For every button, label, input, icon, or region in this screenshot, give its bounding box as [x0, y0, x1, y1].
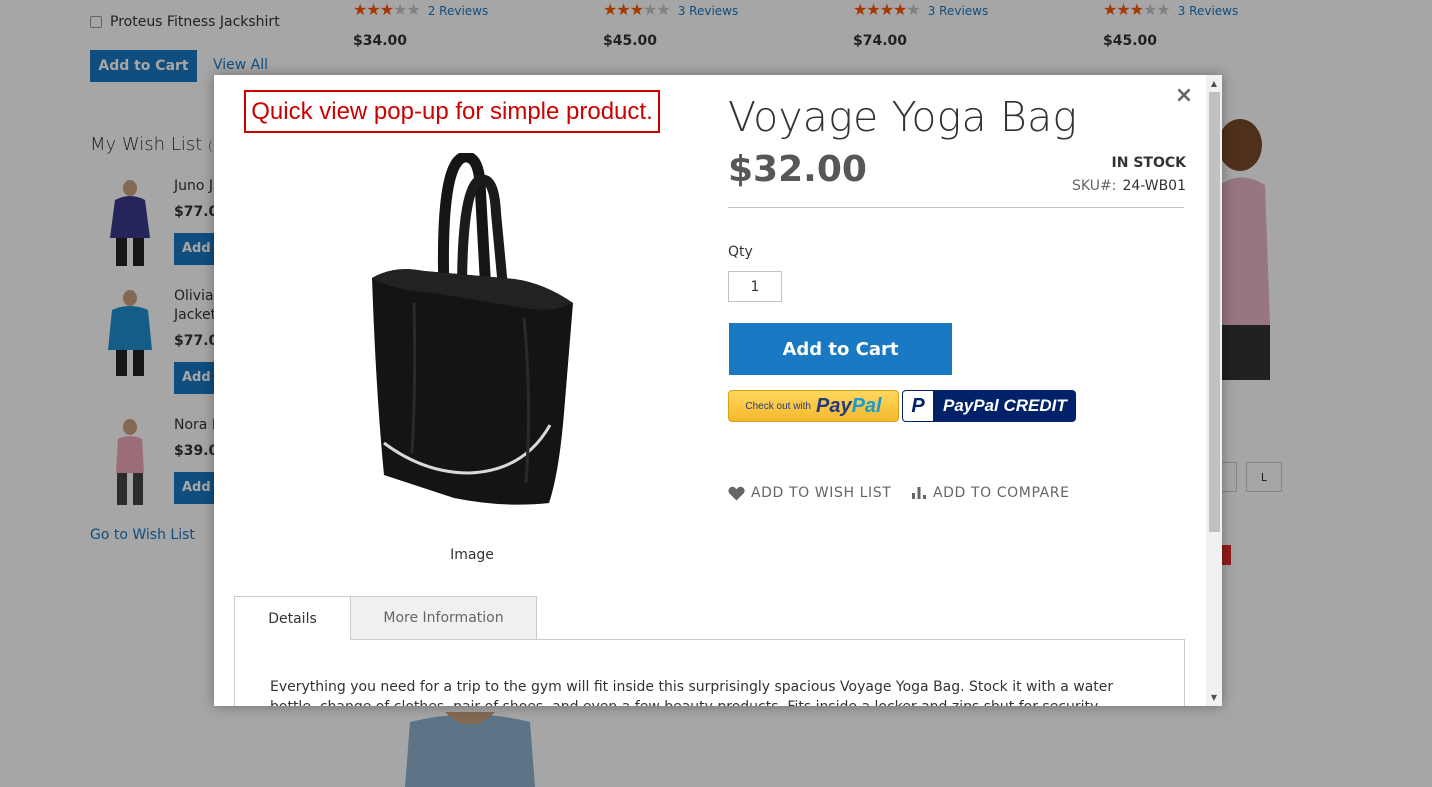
- scroll-down-arrow-icon[interactable]: ▼: [1206, 689, 1222, 706]
- tab-details[interactable]: Details: [234, 596, 351, 640]
- add-to-cart-button[interactable]: Add to Cart: [729, 323, 952, 375]
- sku: SKU#: 24-WB01: [1072, 178, 1186, 194]
- paypal-credit-button[interactable]: P PayPal CREDIT: [902, 390, 1076, 422]
- qty-label: Qty: [728, 244, 753, 260]
- paypal-mark-icon: P: [903, 391, 933, 421]
- paypal-credit-label: PayPal CREDIT: [943, 396, 1067, 415]
- tab-more-information[interactable]: More Information: [350, 596, 537, 640]
- paypal-checkout-button[interactable]: Check out with PayPal: [728, 390, 899, 422]
- sku-value: 24-WB01: [1122, 178, 1186, 194]
- add-to-wishlist-link[interactable]: ADD TO WISH LIST: [728, 485, 891, 501]
- divider: [728, 207, 1184, 208]
- scrollbar-thumb[interactable]: [1209, 92, 1220, 532]
- product-price: $32.00: [728, 149, 867, 190]
- sku-label: SKU#:: [1072, 178, 1117, 194]
- quick-view-modal: × Quick view pop-up for simple product. …: [214, 75, 1222, 706]
- qty-input[interactable]: [728, 271, 782, 302]
- paypal-checkout-label: Check out with: [745, 400, 811, 412]
- close-icon[interactable]: ×: [1174, 85, 1194, 107]
- scroll-up-arrow-icon[interactable]: ▲: [1206, 75, 1222, 92]
- paypal-logo-icon: PayPal: [816, 395, 882, 418]
- product-image[interactable]: [354, 153, 584, 513]
- annotation-label: Quick view pop-up for simple product.: [244, 90, 660, 133]
- add-to-wishlist-label: ADD TO WISH LIST: [751, 485, 892, 501]
- image-caption: Image: [450, 547, 494, 563]
- product-description: Everything you need for a trip to the gy…: [270, 679, 1114, 706]
- bar-chart-icon: [912, 487, 926, 499]
- stock-status: IN STOCK: [1111, 155, 1186, 171]
- product-title: Voyage Yoga Bag: [728, 93, 1078, 141]
- heart-icon: [728, 486, 745, 500]
- add-to-compare-link[interactable]: ADD TO COMPARE: [911, 485, 1070, 501]
- paypal-logo-pal: Pal: [851, 394, 882, 417]
- modal-scrollbar[interactable]: ▲ ▼: [1206, 75, 1222, 706]
- details-tab-panel: Everything you need for a trip to the gy…: [234, 639, 1185, 706]
- paypal-logo-pay: Pay: [815, 394, 852, 417]
- add-to-compare-label: ADD TO COMPARE: [933, 485, 1070, 501]
